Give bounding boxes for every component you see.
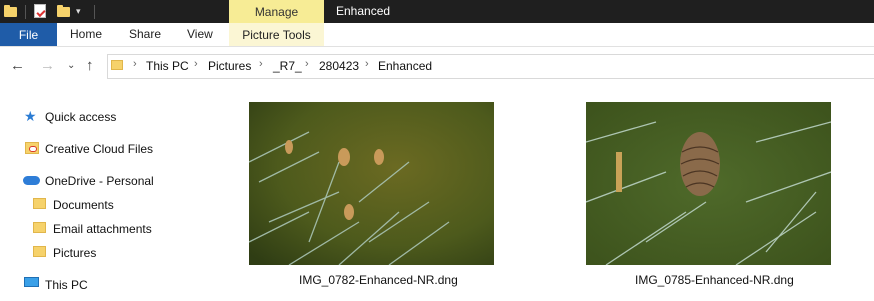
breadcrumb-pictures[interactable]: Pictures [208,59,251,73]
breadcrumb-280423[interactable]: 280423 [319,59,359,73]
folder-icon[interactable] [4,5,17,17]
folder-icon [111,60,123,70]
creative-cloud-folder-icon [25,142,39,154]
sidebar-item-email-attachments[interactable]: Email attachments [53,222,152,236]
folder-icon [33,198,46,209]
toolbar-divider [25,5,26,19]
star-icon: ★ [24,108,37,124]
chevron-right-icon[interactable]: › [133,58,137,70]
sidebar-item-onedrive[interactable]: OneDrive - Personal [45,174,154,188]
tab-manage[interactable]: Manage [229,0,324,23]
thumbnail-img-0785[interactable] [586,102,831,265]
computer-icon [24,277,39,287]
sidebar-item-this-pc[interactable]: This PC [45,278,88,292]
window-title: Enhanced [336,4,391,18]
sidebar-item-quick-access[interactable]: Quick access [45,110,116,124]
chevron-right-icon[interactable]: › [365,58,369,70]
tab-file[interactable]: File [0,23,57,46]
chevron-right-icon[interactable]: › [194,58,198,70]
file-name-label[interactable]: IMG_0785-Enhanced-NR.dng [635,273,794,287]
properties-icon[interactable] [34,4,46,18]
recent-locations-chevron-icon[interactable]: ⌄ [67,58,75,74]
tab-picture-tools[interactable]: Picture Tools [229,23,324,46]
toolbar-divider [94,5,95,19]
title-bar [0,0,874,23]
sidebar-item-documents[interactable]: Documents [53,198,114,212]
pine-branch-photo [249,102,494,265]
folder-icon [33,246,46,257]
chevron-right-icon[interactable]: › [305,58,309,70]
folder-icon [33,222,46,233]
tab-share[interactable]: Share [129,23,161,46]
sidebar-item-pictures[interactable]: Pictures [53,246,96,260]
sidebar-item-creative-cloud[interactable]: Creative Cloud Files [45,142,153,156]
tab-home[interactable]: Home [70,23,102,46]
cloud-icon [23,176,40,185]
breadcrumb-this-pc[interactable]: This PC [146,59,189,73]
pine-cone-photo [586,102,831,265]
forward-arrow-icon[interactable]: → [40,58,55,74]
new-folder-icon[interactable] [57,5,70,17]
back-arrow-icon[interactable]: ← [10,58,25,74]
tab-view[interactable]: View [187,23,213,46]
customize-quick-access-icon[interactable]: ▾ [76,6,81,17]
chevron-right-icon[interactable]: › [259,58,263,70]
file-name-label[interactable]: IMG_0782-Enhanced-NR.dng [299,273,458,287]
breadcrumb-enhanced[interactable]: Enhanced [378,59,432,73]
up-arrow-icon[interactable]: ↑ [86,58,94,74]
thumbnail-img-0782[interactable] [249,102,494,265]
breadcrumb-r7[interactable]: _R7_ [273,59,302,73]
